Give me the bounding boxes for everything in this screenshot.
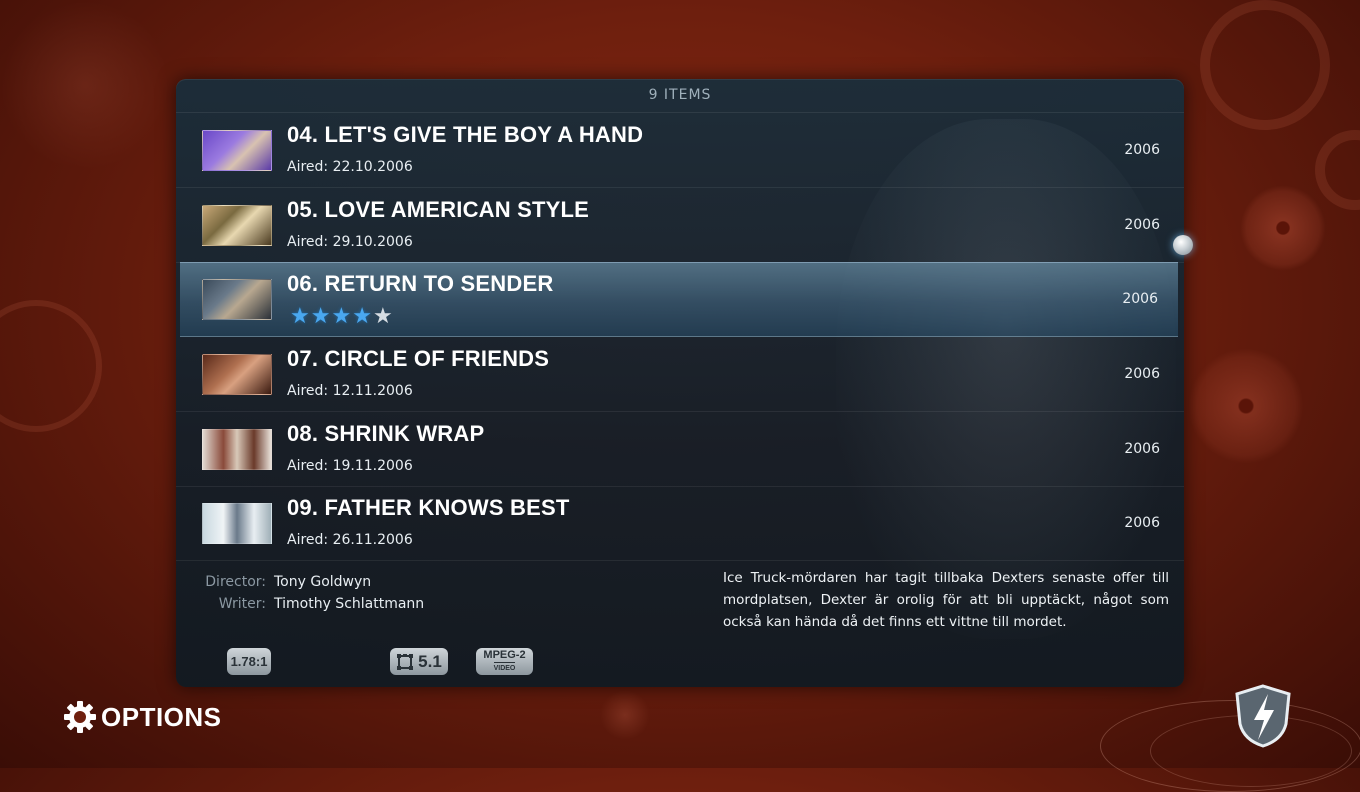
writer-credit: Writer: Timothy Schlattmann	[176, 596, 424, 612]
episode-row-selected[interactable]: 06. RETURN TO SENDER ★★★★★ 2006	[180, 262, 1178, 337]
episode-year: 2006	[1124, 142, 1160, 158]
writer-name: Timothy Schlattmann	[274, 596, 425, 612]
options-label: OPTIONS	[101, 701, 222, 732]
options-button[interactable]: OPTIONS	[63, 700, 222, 734]
episode-row[interactable]: 09. FATHER KNOWS BEST Aired: 26.11.2006 …	[176, 486, 1184, 561]
background-bokeh	[1240, 185, 1326, 271]
video-codec-flag: MPEG-2 VIDEO	[476, 648, 533, 675]
background-bokeh	[0, 300, 102, 432]
episode-year: 2006	[1124, 366, 1160, 382]
episode-thumbnail	[202, 429, 272, 470]
star-filled-icon: ★	[310, 304, 332, 329]
background-bokeh	[600, 690, 650, 740]
episode-year: 2006	[1124, 441, 1160, 457]
speaker-layout-icon	[397, 653, 414, 670]
director-label: Director:	[205, 574, 266, 590]
video-codec-subtext: VIDEO	[493, 661, 516, 674]
episode-aired-date: Aired: 19.11.2006	[287, 458, 413, 474]
audio-channels-text: 5.1	[418, 651, 442, 671]
episode-aired-date: Aired: 12.11.2006	[287, 383, 413, 399]
episode-aired-date: Aired: 26.11.2006	[287, 532, 413, 548]
background-bokeh	[0, 0, 170, 170]
episode-thumbnail	[202, 130, 272, 171]
episode-year: 2006	[1124, 515, 1160, 531]
episode-thumbnail	[202, 354, 272, 395]
aspect-ratio-flag: 1.78:1	[227, 648, 271, 675]
episode-row[interactable]: 05. LOVE AMERICAN STYLE Aired: 29.10.200…	[176, 188, 1184, 263]
background-bokeh	[1200, 0, 1330, 130]
background-bokeh	[1100, 700, 1360, 792]
lightning-shield-icon[interactable]	[1234, 684, 1292, 748]
episode-year: 2006	[1122, 291, 1158, 307]
episode-title: 08. SHRINK WRAP	[287, 421, 485, 446]
writer-label: Writer:	[218, 596, 266, 612]
director-name: Tony Goldwyn	[274, 574, 372, 590]
episode-list-panel: 9 ITEMS 04. LET'S GIVE THE BOY A HAND Ai…	[176, 79, 1184, 687]
star-filled-icon: ★	[331, 304, 353, 329]
episode-thumbnail	[202, 205, 272, 246]
episode-row[interactable]: 07. CIRCLE OF FRIENDS Aired: 12.11.2006 …	[176, 337, 1184, 412]
episode-aired-date: Aired: 22.10.2006	[287, 159, 413, 175]
list-scroll-thumb[interactable]	[1173, 235, 1193, 255]
star-filled-icon: ★	[352, 304, 373, 329]
episode-thumbnail	[202, 279, 272, 320]
gear-icon	[64, 701, 96, 733]
episode-row[interactable]: 08. SHRINK WRAP Aired: 19.11.2006 2006	[176, 412, 1184, 487]
items-count: 9 ITEMS	[648, 87, 712, 103]
episode-aired-date: Aired: 29.10.2006	[287, 234, 413, 250]
background-bokeh	[1188, 348, 1304, 464]
episode-year: 2006	[1124, 217, 1160, 233]
audio-channels-flag: 5.1	[390, 648, 448, 675]
episode-title: 09. FATHER KNOWS BEST	[287, 495, 570, 520]
episode-title: 06. RETURN TO SENDER	[287, 271, 554, 296]
episode-row[interactable]: 04. LET'S GIVE THE BOY A HAND Aired: 22.…	[176, 113, 1184, 188]
director-credit: Director: Tony Goldwyn	[176, 574, 371, 590]
plot-summary: Ice Truck-mördaren har tagit tillbaka De…	[723, 570, 1169, 630]
star-rating: ★★★★★	[290, 306, 394, 328]
episode-title: 07. CIRCLE OF FRIENDS	[287, 346, 550, 371]
episode-title: 05. LOVE AMERICAN STYLE	[287, 197, 590, 222]
star-filled-icon: ★	[290, 304, 311, 329]
episode-thumbnail	[202, 503, 272, 544]
background-bokeh	[1315, 130, 1360, 210]
video-codec-text: MPEG-2	[483, 648, 526, 661]
star-empty-icon: ★	[372, 304, 394, 329]
aspect-ratio-text: 1.78:1	[230, 654, 268, 669]
episode-title: 04. LET'S GIVE THE BOY A HAND	[287, 122, 644, 147]
